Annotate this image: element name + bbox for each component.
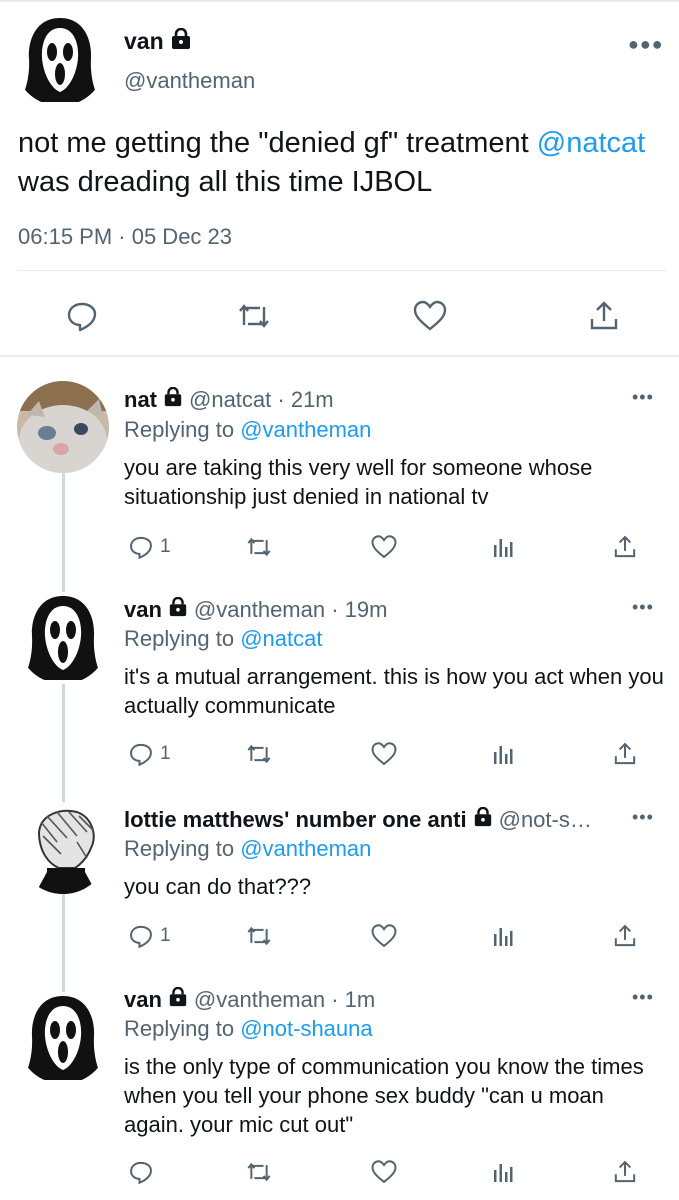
reply-tweet: van @vantheman · 1m ••• Replying to @not… <box>0 980 679 1200</box>
divider <box>18 270 666 271</box>
like-icon[interactable] <box>370 920 398 952</box>
retweet-icon[interactable] <box>244 920 274 952</box>
reply-icon[interactable] <box>62 296 102 336</box>
reply-icon[interactable] <box>128 1156 160 1188</box>
tweet-age[interactable]: 19m <box>345 597 388 623</box>
reply-actions: 1 <box>0 738 679 770</box>
mention-link[interactable]: @vantheman <box>240 836 371 861</box>
display-name[interactable]: lottie matthews' number one anti <box>124 807 467 833</box>
reply-icon[interactable]: 1 <box>128 920 171 952</box>
analytics-icon[interactable] <box>492 1156 514 1188</box>
more-icon[interactable]: ••• <box>632 987 654 1008</box>
retweet-icon[interactable] <box>244 1156 274 1188</box>
display-name[interactable]: van <box>124 987 162 1013</box>
ghostface-avatar[interactable] <box>17 592 109 684</box>
share-icon[interactable] <box>584 296 624 336</box>
reply-tweet: lottie matthews' number one anti @not-s…… <box>0 790 679 980</box>
share-icon[interactable] <box>612 738 638 770</box>
replying-to: Replying to @vantheman <box>124 836 372 861</box>
replying-to: Replying to @not-shauna <box>124 1016 373 1041</box>
tweet-age[interactable]: 21m <box>291 387 334 413</box>
display-name[interactable]: nat <box>124 387 157 413</box>
ghostface-avatar[interactable] <box>14 14 106 106</box>
like-icon[interactable] <box>410 296 450 336</box>
reply-text: is the only type of communication you kn… <box>124 1054 644 1137</box>
handle[interactable]: @not-s… <box>499 807 592 833</box>
mention-link[interactable]: @natcat <box>537 127 645 159</box>
replying-to: Replying to @natcat <box>124 626 323 651</box>
main-tweet: van @vantheman ●●● not me getting the "d… <box>0 0 679 360</box>
tweet-age[interactable]: 1m <box>345 987 376 1013</box>
handle[interactable]: @natcat <box>189 387 271 413</box>
reply-actions: 1 <box>0 531 679 563</box>
handle[interactable]: @vantheman <box>194 597 325 623</box>
tweet-text: not me getting the "denied gf" treatment… <box>18 127 646 198</box>
thread-line <box>62 469 65 580</box>
more-icon[interactable]: ••• <box>632 387 654 408</box>
share-icon[interactable] <box>612 531 638 563</box>
lock-icon <box>170 27 192 55</box>
ghostface-avatar[interactable] <box>17 992 109 1084</box>
reply-text: it's a mutual arrangement. this is how y… <box>124 664 664 718</box>
reply-tweet: nat @natcat · 21m ••• Replying to @vanth… <box>0 357 679 580</box>
retweet-icon[interactable] <box>244 531 274 563</box>
reply-text: you are taking this very well for someon… <box>124 455 593 509</box>
sketch-avatar[interactable] <box>17 802 109 894</box>
reply-count: 1 <box>160 925 171 946</box>
handle[interactable]: @vantheman <box>194 987 325 1013</box>
retweet-icon[interactable] <box>234 296 274 336</box>
lock-icon <box>168 597 188 622</box>
mention-link[interactable]: @natcat <box>240 626 322 651</box>
mention-link[interactable]: @not-shauna <box>240 1016 372 1041</box>
reply-count: 1 <box>160 743 171 764</box>
analytics-icon[interactable] <box>492 738 514 770</box>
reply-icon[interactable]: 1 <box>128 738 171 770</box>
reply-actions: 1 <box>0 920 679 952</box>
reply-count: 1 <box>160 536 171 557</box>
cat-avatar[interactable] <box>17 381 109 473</box>
handle[interactable]: @vantheman <box>124 68 255 94</box>
replying-to: Replying to @vantheman <box>124 417 372 442</box>
share-icon[interactable] <box>612 1156 638 1188</box>
mention-link[interactable]: @vantheman <box>240 417 371 442</box>
tweet-actions <box>0 296 679 336</box>
more-icon[interactable]: ••• <box>632 597 654 618</box>
share-icon[interactable] <box>612 920 638 952</box>
analytics-icon[interactable] <box>492 920 514 952</box>
thread-line <box>62 684 65 790</box>
retweet-icon[interactable] <box>244 738 274 770</box>
timestamp[interactable]: 06:15 PM · 05 Dec 23 <box>18 224 232 250</box>
lock-icon <box>168 987 188 1012</box>
like-icon[interactable] <box>370 1156 398 1188</box>
more-icon[interactable]: ●●● <box>628 35 664 53</box>
reply-text: you can do that??? <box>124 874 312 899</box>
reply-tweet: van @vantheman · 19m ••• Replying to @na… <box>0 580 679 790</box>
reply-icon[interactable]: 1 <box>128 531 171 563</box>
display-name[interactable]: van <box>124 597 162 623</box>
reply-actions <box>0 1156 679 1188</box>
display-name[interactable]: van <box>124 28 164 55</box>
analytics-icon[interactable] <box>492 531 514 563</box>
more-icon[interactable]: ••• <box>632 807 654 828</box>
lock-icon <box>473 807 493 832</box>
like-icon[interactable] <box>370 531 398 563</box>
like-icon[interactable] <box>370 738 398 770</box>
lock-icon <box>163 387 183 412</box>
